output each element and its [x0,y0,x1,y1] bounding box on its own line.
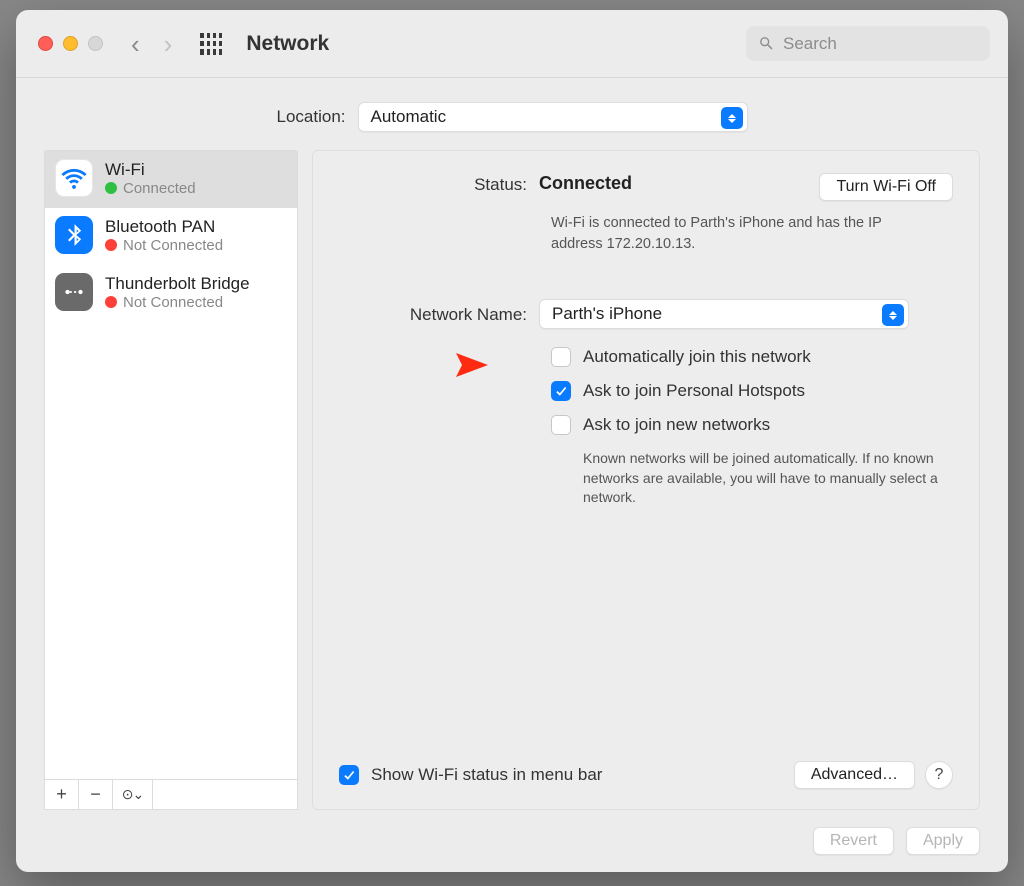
network-preferences-window: ‹ › Network Search Location: Automatic [16,10,1008,872]
service-item-thunderbolt[interactable]: Thunderbolt Bridge Not Connected [45,265,297,322]
location-value: Automatic [371,107,447,127]
footer: Revert Apply [16,810,1008,872]
network-name-select[interactable]: Parth's iPhone [539,299,909,329]
back-button[interactable]: ‹ [131,31,140,57]
network-name-value: Parth's iPhone [552,304,662,324]
chevron-updown-icon [721,107,743,129]
location-row: Location: Automatic [16,78,1008,150]
main-area: Wi-Fi Connected Bluetooth PAN Not Connec… [16,150,1008,810]
hotspots-label: Ask to join Personal Hotspots [583,381,805,401]
status-label: Status: [339,173,539,195]
search-icon [758,35,775,52]
status-dot-icon [105,182,117,194]
service-item-bluetooth[interactable]: Bluetooth PAN Not Connected [45,208,297,265]
chevron-updown-icon [882,304,904,326]
location-select[interactable]: Automatic [358,102,748,132]
auto-join-checkbox[interactable] [551,347,571,367]
new-networks-checkbox[interactable] [551,415,571,435]
service-name: Thunderbolt Bridge [105,274,250,294]
service-list[interactable]: Wi-Fi Connected Bluetooth PAN Not Connec… [44,150,298,780]
service-actions-menu[interactable]: ⊙⌄ [113,780,153,809]
wifi-icon [55,159,93,197]
detail-panel: Status: Connected Turn Wi-Fi Off Wi-Fi i… [312,150,980,810]
window-controls [38,36,103,51]
search-placeholder: Search [783,34,837,54]
add-service-button[interactable]: + [45,780,79,809]
auto-join-label: Automatically join this network [583,347,811,367]
show-menubar-label: Show Wi-Fi status in menu bar [371,765,602,785]
show-all-icon[interactable] [200,33,222,55]
network-name-label: Network Name: [339,303,539,325]
show-menubar-checkbox[interactable] [339,765,359,785]
service-item-wifi[interactable]: Wi-Fi Connected [45,151,297,208]
thunderbolt-icon [55,273,93,311]
status-dot-icon [105,239,117,251]
titlebar: ‹ › Network Search [16,10,1008,78]
wifi-toggle-button[interactable]: Turn Wi-Fi Off [819,173,953,201]
location-label: Location: [277,107,346,127]
service-name: Bluetooth PAN [105,217,223,237]
window-title: Network [246,32,329,56]
status-dot-icon [105,296,117,308]
new-networks-label: Ask to join new networks [583,415,770,435]
advanced-button[interactable]: Advanced… [794,761,915,789]
sidebar: Wi-Fi Connected Bluetooth PAN Not Connec… [44,150,298,810]
status-value: Connected [539,173,632,194]
hotspots-checkbox[interactable] [551,381,571,401]
sidebar-toolbar: + − ⊙⌄ [44,780,298,810]
close-window-button[interactable] [38,36,53,51]
forward-button: › [164,31,173,57]
bluetooth-icon [55,216,93,254]
minimize-window-button[interactable] [63,36,78,51]
new-networks-description: Known networks will be joined automatica… [583,449,953,508]
status-description: Wi-Fi is connected to Parth's iPhone and… [551,213,931,255]
service-name: Wi-Fi [105,160,196,180]
nav-arrows: ‹ › [131,31,172,57]
apply-button[interactable]: Apply [906,827,980,855]
zoom-window-button [88,36,103,51]
revert-button[interactable]: Revert [813,827,894,855]
remove-service-button[interactable]: − [79,780,113,809]
help-button[interactable]: ? [925,761,953,789]
search-input[interactable]: Search [746,26,990,61]
